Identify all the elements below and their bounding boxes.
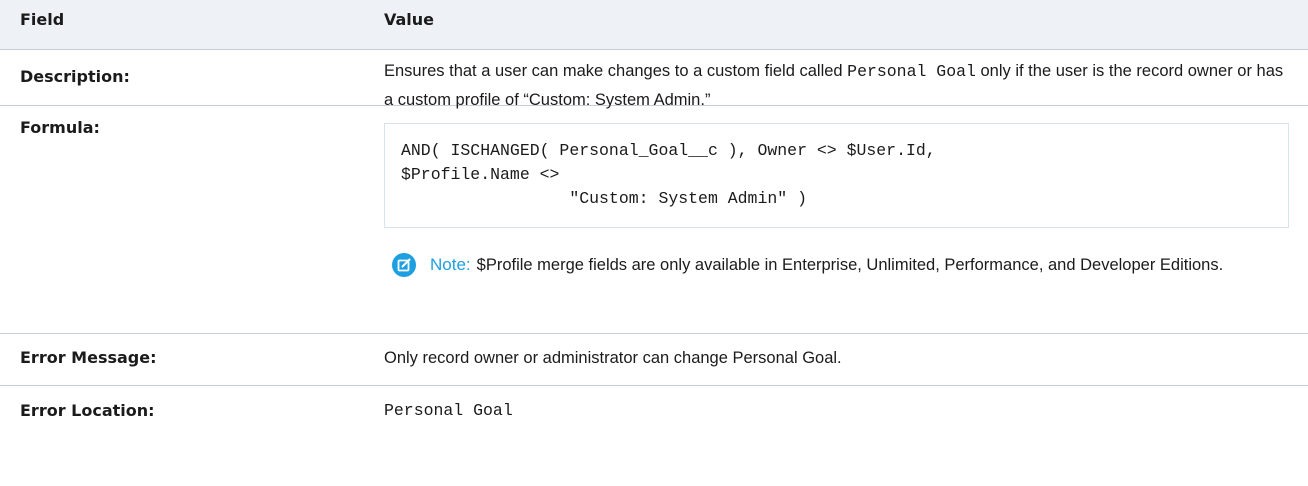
formula-label: Formula: bbox=[20, 118, 100, 137]
table-row-error-message: Error Message: Only record owner or admi… bbox=[0, 334, 1308, 386]
table-row-error-location: Error Location: Personal Goal bbox=[0, 386, 1308, 486]
table-row-formula: Formula: AND( ISCHANGED( Personal_Goal__… bbox=[0, 106, 1308, 334]
error-message-label: Error Message: bbox=[20, 348, 157, 367]
description-text-before: Ensures that a user can make changes to … bbox=[384, 62, 848, 80]
formula-code-box: AND( ISCHANGED( Personal_Goal__c ), Owne… bbox=[384, 123, 1289, 228]
error-message-value: Only record owner or administrator can c… bbox=[384, 349, 842, 367]
formula-code: AND( ISCHANGED( Personal_Goal__c ), Owne… bbox=[401, 141, 936, 208]
validation-rule-table: Field Value Description: Ensures that a … bbox=[0, 0, 1308, 486]
note-label: Note: bbox=[430, 255, 471, 274]
header-value: Value bbox=[384, 10, 435, 29]
table-header-row: Field Value bbox=[0, 0, 1308, 50]
header-field: Field bbox=[20, 10, 65, 29]
edit-note-icon bbox=[392, 253, 416, 277]
description-label: Description: bbox=[20, 67, 130, 86]
table-row-description: Description: Ensures that a user can mak… bbox=[0, 50, 1308, 109]
error-location-label: Error Location: bbox=[20, 401, 155, 420]
description-code: Personal Goal bbox=[847, 62, 976, 81]
note-body: $Profile merge fields are only available… bbox=[476, 256, 1224, 274]
note-text: Note: $Profile merge fields are only avai… bbox=[430, 251, 1290, 279]
error-location-value: Personal Goal bbox=[384, 401, 513, 420]
